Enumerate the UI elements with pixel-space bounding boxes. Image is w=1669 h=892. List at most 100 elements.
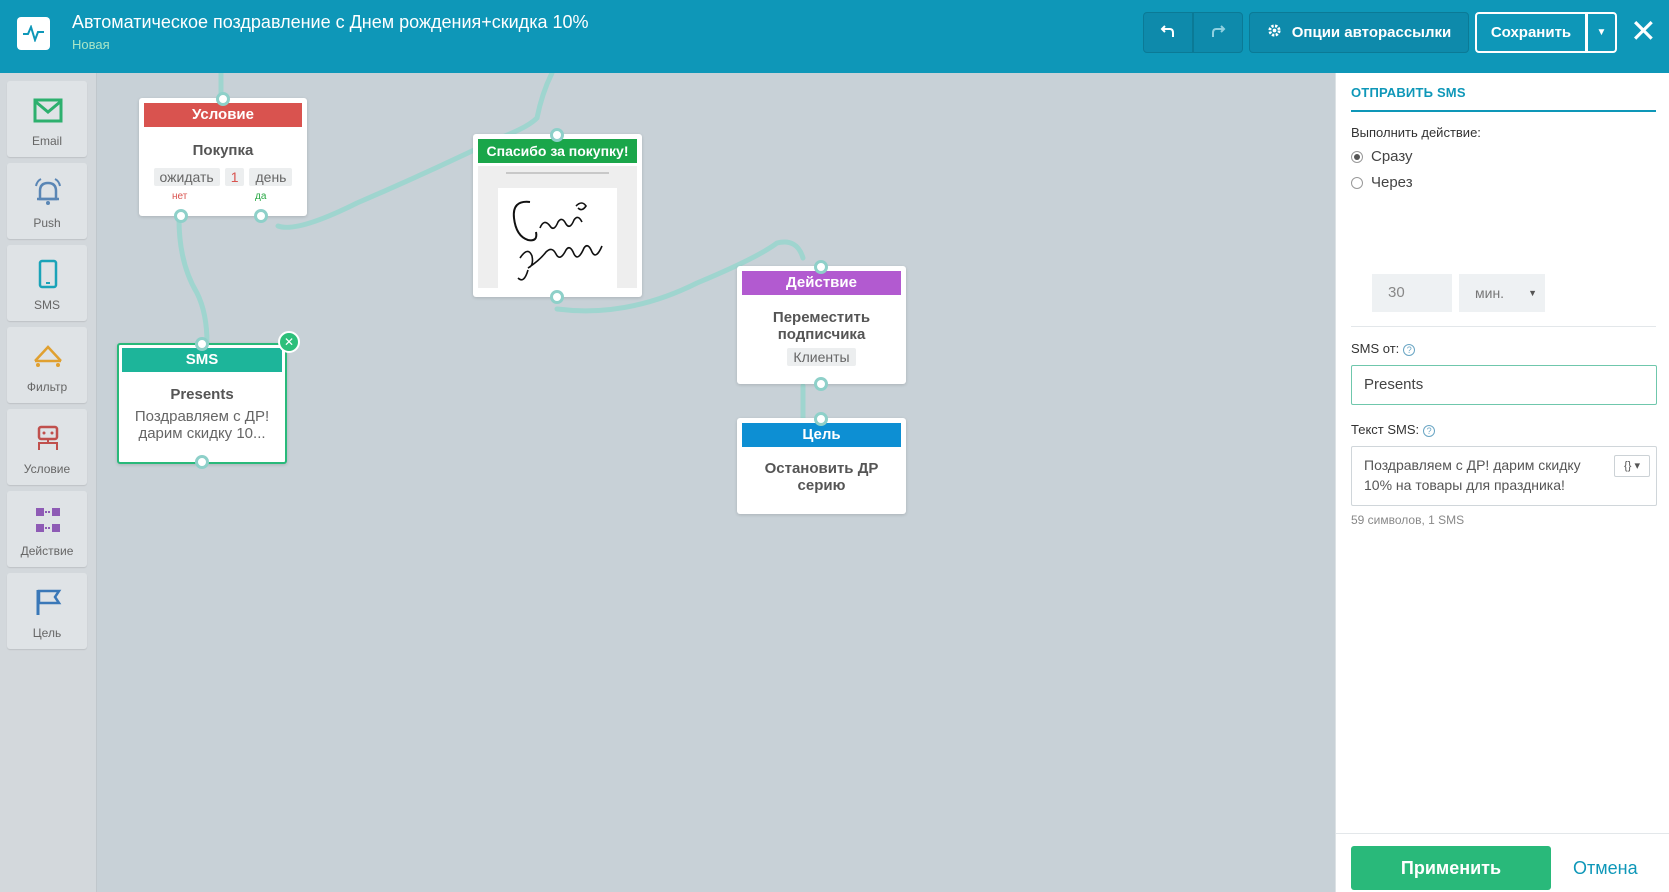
redo-button[interactable] [1193, 12, 1243, 53]
sms-node-desc-line1: Поздравляем с ДР! [134, 408, 270, 425]
connector-in[interactable] [216, 92, 230, 106]
condition-wait-row: ожидать 1 день [139, 168, 307, 186]
help-icon[interactable]: ? [1403, 343, 1416, 356]
exec-later-option[interactable]: Через [1351, 174, 1413, 191]
panel-footer-divider [1336, 833, 1669, 834]
branch-yes-label: да [255, 191, 267, 202]
sms-settings-panel: ОТПРАВИТЬ SMS Выполнить действие: Сразу … [1335, 73, 1669, 892]
campaign-status: Новая [72, 37, 110, 52]
email-node-header: Спасибо за покупку! [478, 139, 637, 163]
condition-wait-label: ожидать [153, 168, 220, 186]
radio-later[interactable] [1351, 176, 1363, 189]
exec-now-label: Сразу [1371, 148, 1413, 165]
bell-icon [35, 178, 61, 205]
delay-value-input[interactable]: 30 [1372, 274, 1452, 312]
cancel-button[interactable]: Отмена [1573, 846, 1638, 890]
braces-icon: {} [1624, 460, 1632, 472]
filter-icon [34, 345, 62, 367]
condition-icon [37, 425, 59, 450]
action-node-title-line2: подписчика [777, 326, 866, 343]
action-icon [36, 508, 60, 532]
sms-node-header: SMS [122, 348, 282, 372]
insert-variable-button[interactable]: {} ▾ [1614, 455, 1650, 477]
connector-in[interactable] [814, 260, 828, 274]
save-button[interactable]: Сохранить [1475, 12, 1587, 53]
palette-filter[interactable]: Фильтр [7, 327, 87, 403]
connector-in[interactable] [195, 337, 209, 351]
workflow-canvas[interactable]: Условие Покупка ожидать 1 день нет да Сп… [97, 73, 1335, 892]
undo-button[interactable] [1143, 12, 1193, 53]
campaign-title[interactable]: Автоматическое поздравление с Днем рожде… [72, 12, 589, 33]
save-dropdown-button[interactable]: ▼ [1587, 12, 1617, 53]
flag-icon [36, 589, 62, 615]
palette-condition-label: Условие [23, 462, 71, 476]
gear-icon [1267, 23, 1282, 42]
palette-goal[interactable]: Цель [7, 573, 87, 649]
phone-icon [38, 259, 58, 289]
exec-label: Выполнить действие: [1351, 125, 1481, 140]
palette-condition[interactable]: Условие [7, 409, 87, 485]
campaign-options-label: Опции авторассылки [1291, 24, 1452, 41]
goal-node-header: Цель [742, 423, 901, 447]
palette-filter-label: Фильтр [26, 380, 68, 394]
palette-sms-label: SMS [33, 298, 60, 312]
connector-yes-out[interactable] [254, 209, 268, 223]
condition-wait-number: 1 [224, 168, 245, 186]
panel-title: ОТПРАВИТЬ SMS [1351, 85, 1656, 112]
connector-in[interactable] [814, 412, 828, 426]
exec-later-label: Через [1371, 174, 1413, 191]
email-node[interactable]: Спасибо за покупку! [473, 128, 642, 304]
sms-text-label: Текст SMS:? [1351, 422, 1436, 437]
sms-from-label: SMS от:? [1351, 341, 1416, 356]
branch-no-label: нет [172, 191, 188, 202]
sms-node-desc-line2: дарим скидку 10... [138, 425, 266, 442]
caret-down-icon: ▼ [1596, 27, 1607, 38]
help-icon[interactable]: ? [1423, 424, 1436, 437]
undo-icon [1160, 23, 1176, 43]
action-node-header: Действие [742, 271, 901, 295]
palette-goal-label: Цель [32, 626, 62, 640]
palette-push[interactable]: Push [7, 163, 87, 239]
delay-unit-select[interactable]: мин. ▼ [1459, 274, 1545, 312]
connector-out[interactable] [195, 455, 209, 469]
palette-push-label: Push [33, 216, 61, 230]
connector-out[interactable] [550, 290, 564, 304]
radio-now[interactable] [1351, 150, 1363, 163]
sms-node[interactable]: SMS Presents Поздравляем с ДР! дарим ски… [117, 331, 300, 469]
palette-email[interactable]: Email [7, 81, 87, 157]
sms-char-counter: 59 символов, 1 SMS [1351, 513, 1465, 527]
connector-no-out[interactable] [174, 209, 188, 223]
block-palette: Email Push SMS Фильтр Условие Действие Ц… [0, 73, 97, 892]
condition-wait-unit: день [249, 168, 293, 186]
campaign-options-button[interactable]: Опции авторассылки [1249, 12, 1469, 53]
email-preview-image [498, 188, 617, 288]
email-preview [478, 166, 637, 288]
goal-node-title-line2: серию [797, 477, 846, 494]
condition-node-title: Покупка [192, 142, 254, 159]
connector-in[interactable] [550, 128, 564, 142]
condition-node-header: Условие [144, 103, 302, 127]
apply-button[interactable]: Применить [1351, 846, 1551, 890]
delay-unit-value: мин. [1475, 285, 1505, 301]
sms-text-value: Поздравляем с ДР! дарим скидку 10% на то… [1364, 457, 1581, 493]
divider [1351, 326, 1656, 327]
palette-action[interactable]: Действие [7, 491, 87, 567]
goal-node-title-line1: Остановить ДР [764, 460, 879, 477]
palette-sms[interactable]: SMS [7, 245, 87, 321]
envelope-icon [33, 98, 63, 123]
redo-icon [1210, 23, 1226, 43]
exec-now-option[interactable]: Сразу [1351, 148, 1413, 165]
delete-node-icon[interactable]: ✕ [278, 331, 300, 353]
sms-node-title: Presents [170, 386, 234, 403]
app-logo[interactable] [17, 17, 50, 50]
connector-out[interactable] [814, 377, 828, 391]
palette-action-label: Действие [20, 544, 74, 558]
action-node[interactable]: Действие Переместить подписчика Клиенты [737, 260, 906, 391]
palette-email-label: Email [31, 134, 62, 148]
action-node-title-line1: Переместить [772, 309, 871, 326]
close-icon[interactable]: ✕ [1630, 13, 1657, 49]
sms-from-input[interactable]: Presents [1351, 365, 1657, 405]
goal-node[interactable]: Цель Остановить ДР серию [737, 412, 906, 514]
condition-node[interactable]: Условие Покупка ожидать 1 день нет да [139, 92, 307, 223]
sms-text-area[interactable]: Поздравляем с ДР! дарим скидку 10% на то… [1351, 446, 1657, 506]
